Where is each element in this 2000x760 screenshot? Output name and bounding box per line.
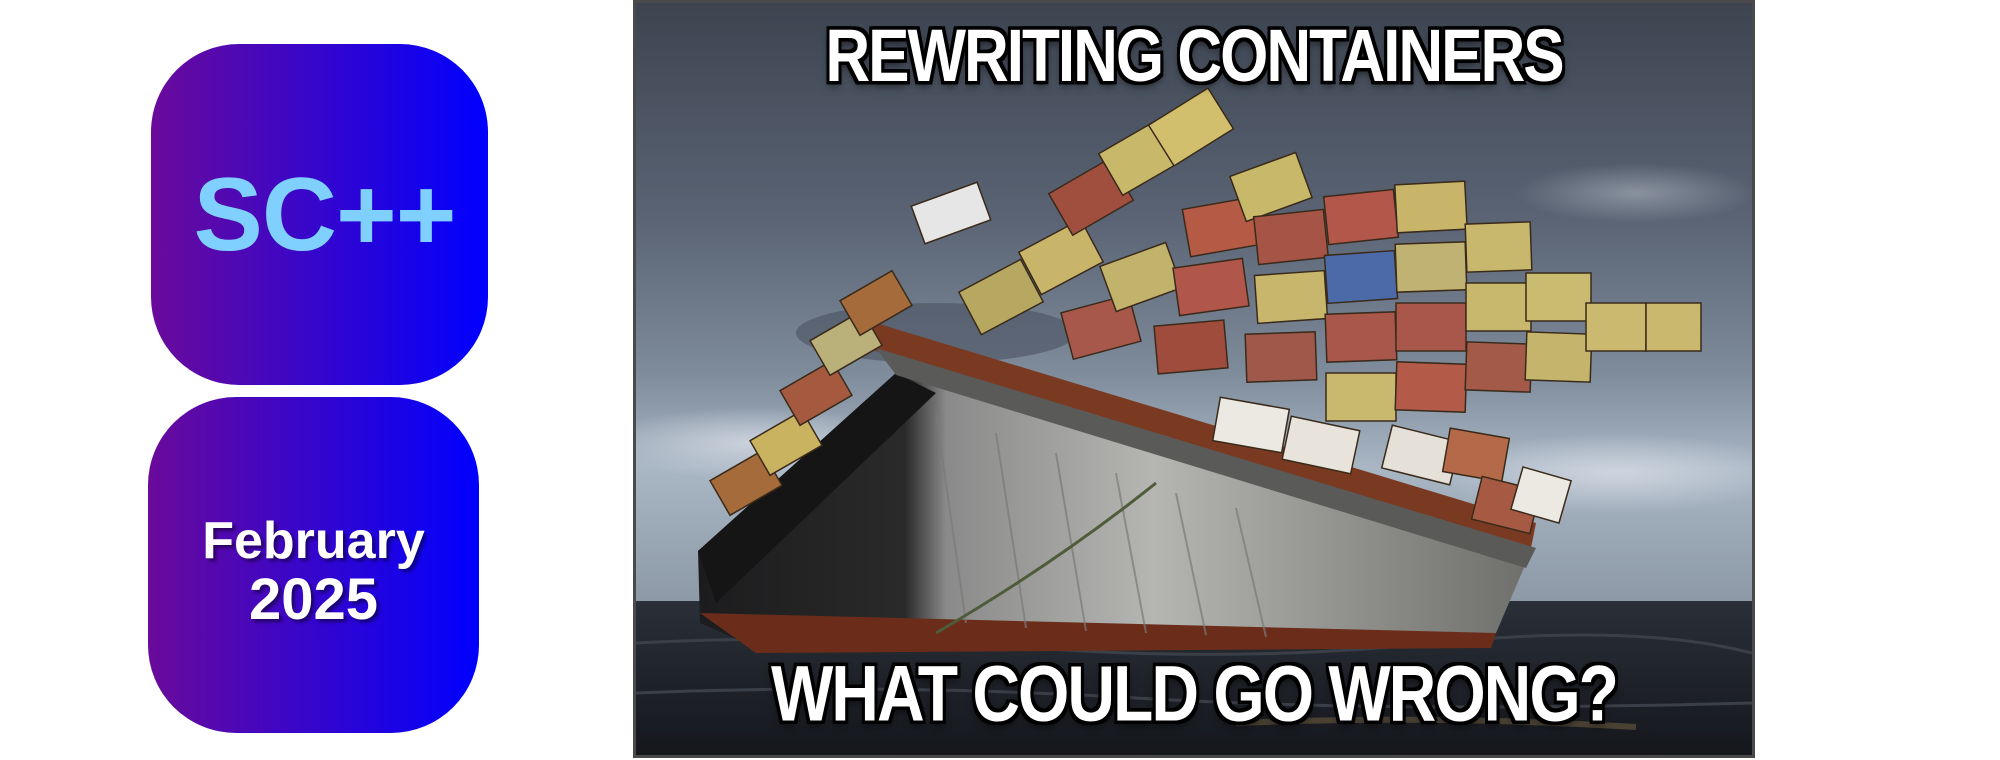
meme-image: REWRITING CONTAINERS WHAT COULD GO WRONG… <box>633 0 1755 758</box>
date-month: February <box>202 512 425 570</box>
sc-plus-plus-logo: SC++ <box>151 44 488 385</box>
date-badge: February 2025 <box>148 397 479 733</box>
container-ship-listing-icon <box>636 3 1752 755</box>
page: SC++ February 2025 REWRITING CONTAINERS … <box>0 0 2000 760</box>
logo-text: SC++ <box>193 156 457 273</box>
meme-bottom-caption: WHAT COULD GO WRONG? <box>771 648 1619 738</box>
date-year: 2025 <box>248 567 379 632</box>
meme-top-caption: REWRITING CONTAINERS <box>825 15 1564 98</box>
